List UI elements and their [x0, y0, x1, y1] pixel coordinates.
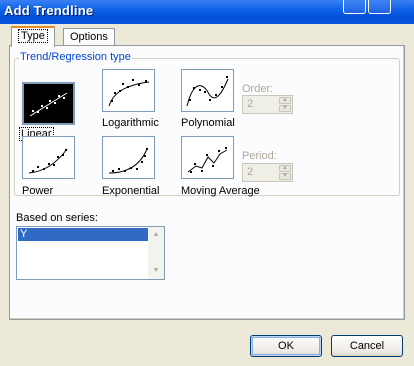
period-spinner[interactable]: 2 ▲ ▼ [242, 163, 293, 182]
series-scrollbar[interactable]: ▲ ▼ [148, 227, 164, 279]
tab-options-label: Options [70, 31, 108, 43]
polynomial-trend-icon [186, 76, 229, 107]
scroll-up-arrow-icon[interactable]: ▲ [148, 227, 164, 243]
power-trend-icon [28, 148, 68, 174]
help-button[interactable] [343, 0, 366, 14]
order-spinner[interactable]: 2 ▲ ▼ [242, 95, 293, 114]
polynomial-label: Polynomial [181, 117, 235, 129]
logarithmic-label: Logarithmic [102, 117, 159, 129]
trend-group-legend: Trend/Regression type [19, 51, 132, 63]
window-title: Add Trendline [4, 3, 94, 18]
tab-options[interactable]: Options [63, 28, 115, 46]
close-button[interactable] [368, 0, 391, 14]
tab-panel: Trend/Regression type Linear Logarithmic [9, 45, 405, 320]
exponential-trend-icon [108, 148, 148, 174]
ok-button[interactable]: OK [250, 335, 322, 357]
linear-trend-icon [29, 92, 68, 117]
scroll-down-arrow-icon[interactable]: ▼ [148, 263, 164, 279]
tab-type[interactable]: Type [11, 26, 55, 47]
power-trend-tile[interactable] [22, 136, 75, 179]
period-value: 2 [247, 166, 254, 178]
series-item-y[interactable]: Y [18, 228, 148, 241]
exponential-trend-tile[interactable] [102, 136, 155, 179]
order-label: Order: [242, 83, 274, 95]
series-label: Based on series: [16, 212, 98, 224]
cancel-button[interactable]: Cancel [331, 335, 403, 357]
linear-trend-tile[interactable] [22, 82, 75, 125]
series-listbox[interactable]: Y ▲ ▼ [16, 226, 165, 280]
period-up-arrow-icon[interactable]: ▲ [279, 165, 291, 172]
moving-average-trend-icon [187, 147, 228, 173]
moving-average-trend-tile[interactable] [181, 136, 234, 179]
title-bar: Add Trendline [0, 0, 414, 24]
logarithmic-trend-tile[interactable] [102, 69, 155, 112]
polynomial-trend-tile[interactable] [181, 69, 234, 112]
logarithmic-trend-icon [108, 79, 150, 107]
period-down-arrow-icon[interactable]: ▼ [279, 173, 291, 180]
power-label: Power [22, 185, 54, 197]
tab-type-label: Type [18, 29, 48, 43]
order-up-arrow-icon[interactable]: ▲ [279, 97, 291, 104]
moving-average-label: Moving Average [181, 185, 260, 197]
order-down-arrow-icon[interactable]: ▼ [279, 105, 291, 112]
period-label: Period: [242, 150, 277, 162]
exponential-label: Exponential [102, 185, 160, 197]
order-value: 2 [247, 98, 254, 110]
